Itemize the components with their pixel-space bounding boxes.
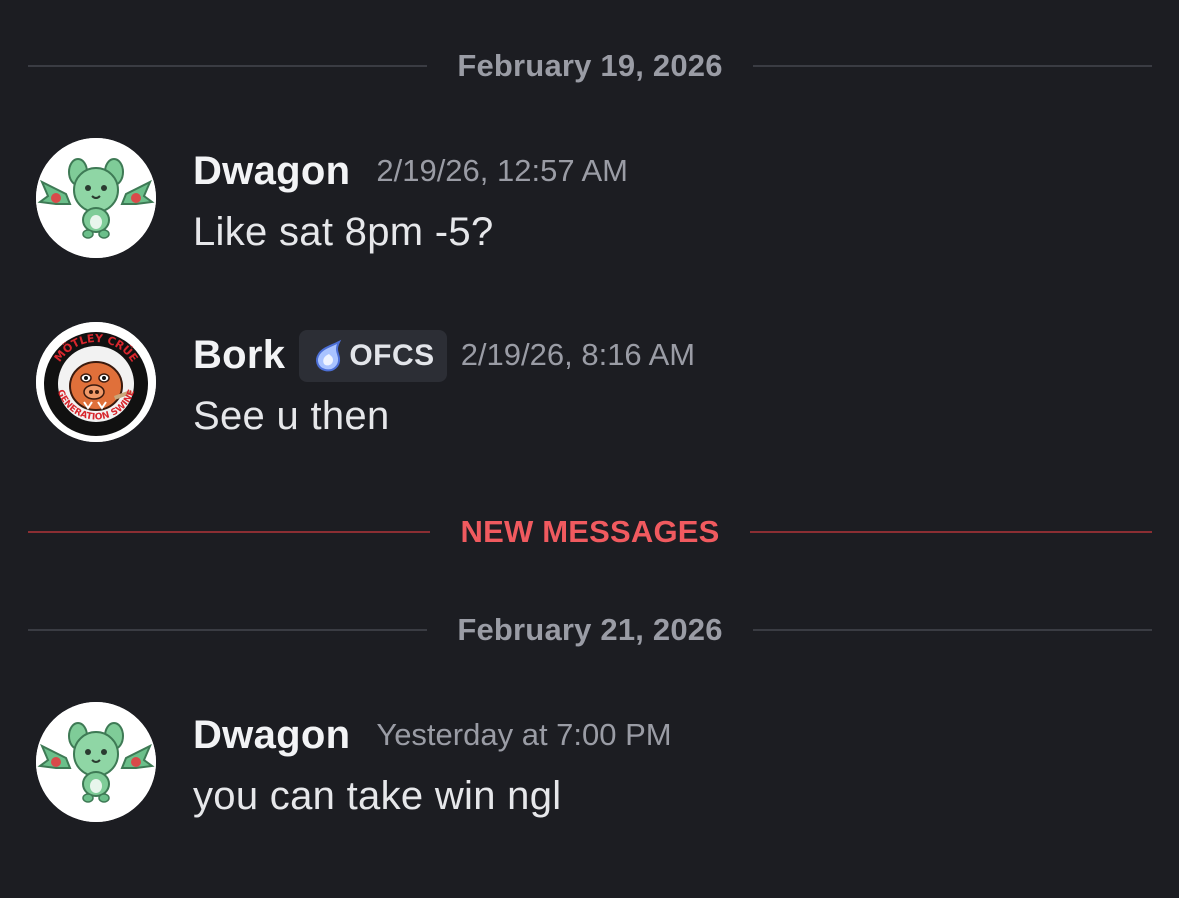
date-divider-label: February 21, 2026 bbox=[457, 612, 723, 647]
message-feed: February 19, 2026 Dwagon 2/19/26, 12:57 … bbox=[0, 0, 1179, 898]
green-pokemon-avatar-icon bbox=[36, 702, 156, 822]
message-content: See u then bbox=[193, 394, 390, 438]
date-divider: February 19, 2026 bbox=[28, 46, 1152, 86]
message-content: you can take win ngl bbox=[193, 774, 562, 818]
divider-line bbox=[752, 65, 1152, 67]
username[interactable]: Dwagon bbox=[193, 149, 350, 194]
message-header: Dwagon 2/19/26, 12:57 AM bbox=[193, 146, 628, 196]
new-messages-divider: NEW MESSAGES bbox=[28, 512, 1153, 552]
message-content: Like sat 8pm -5? bbox=[193, 210, 494, 254]
message-header: Dwagon Yesterday at 7:00 PM bbox=[193, 710, 672, 760]
divider-line bbox=[749, 531, 1153, 533]
divider-line bbox=[28, 531, 431, 533]
divider-line bbox=[28, 65, 428, 67]
timestamp: 2/19/26, 12:57 AM bbox=[376, 153, 628, 188]
date-divider-label: February 19, 2026 bbox=[457, 48, 723, 83]
message-item[interactable]: Dwagon Yesterday at 7:00 PM you can take… bbox=[36, 702, 1146, 832]
new-messages-label: NEW MESSAGES bbox=[460, 514, 720, 549]
green-pokemon-avatar-icon bbox=[36, 138, 156, 258]
username[interactable]: Dwagon bbox=[193, 713, 350, 758]
divider-line bbox=[28, 629, 428, 631]
blue-flame-icon bbox=[316, 339, 342, 372]
avatar[interactable] bbox=[36, 138, 156, 258]
motley-crue-generation-swine-avatar-icon: MÖTLEY CRÜE GENERATION SWINE bbox=[36, 322, 156, 442]
timestamp: Yesterday at 7:00 PM bbox=[376, 717, 672, 752]
username[interactable]: Bork bbox=[193, 333, 285, 378]
timestamp: 2/19/26, 8:16 AM bbox=[460, 337, 696, 372]
avatar[interactable]: MÖTLEY CRÜE GENERATION SWINE bbox=[36, 322, 156, 442]
avatar[interactable] bbox=[36, 702, 156, 822]
message-item[interactable]: Dwagon 2/19/26, 12:57 AM Like sat 8pm -5… bbox=[36, 138, 1146, 268]
server-tag-label: OFCS bbox=[349, 339, 435, 372]
date-divider: February 21, 2026 bbox=[28, 610, 1152, 650]
message-header: Bork OFCS 2/19/26, 8:16 AM bbox=[193, 330, 696, 382]
message-item[interactable]: MÖTLEY CRÜE GENERATION SWINE Bork OFCS 2… bbox=[36, 322, 1146, 452]
divider-line bbox=[752, 629, 1152, 631]
server-tag[interactable]: OFCS bbox=[299, 330, 447, 382]
